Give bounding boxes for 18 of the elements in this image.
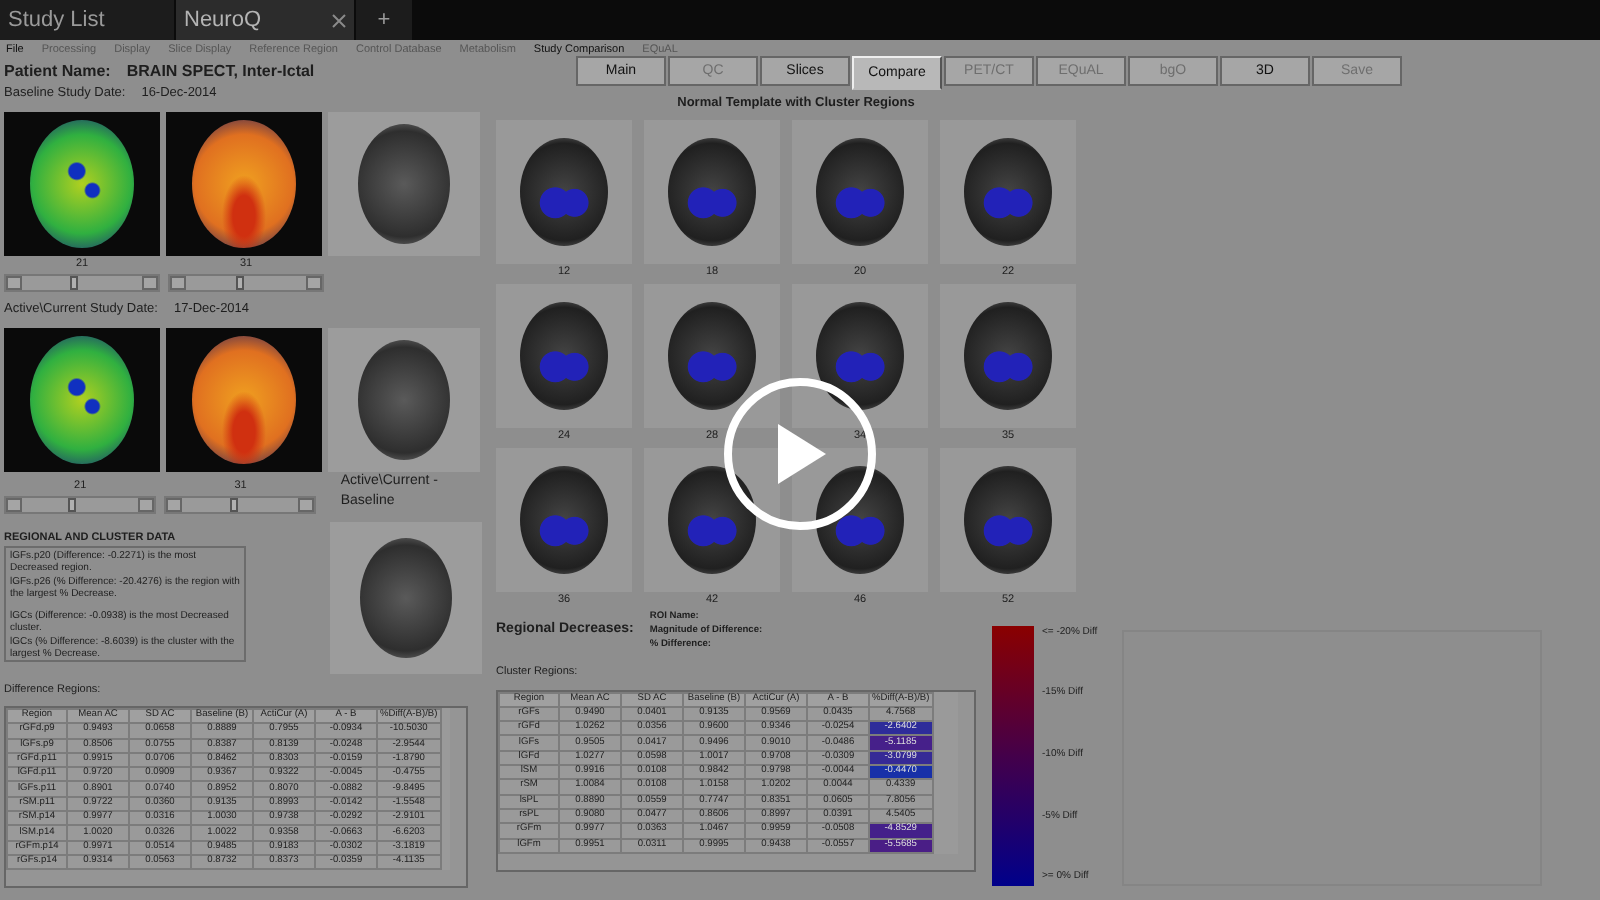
tab[interactable]: NeuroQ	[176, 0, 356, 40]
vertical-scrollbar[interactable]	[958, 691, 974, 854]
slider-thumb[interactable]	[235, 276, 244, 290]
patient-name: BRAIN SPECT, Inter-Ictal	[126, 60, 315, 84]
tab[interactable]: Study List	[0, 0, 176, 40]
play-button[interactable]	[724, 378, 876, 530]
slider-thumb[interactable]	[69, 276, 78, 290]
slider-thumb[interactable]	[230, 497, 239, 512]
close-icon[interactable]	[332, 13, 346, 27]
horizontal-scrollbar[interactable]	[6, 870, 466, 887]
new-tab-button[interactable]: +	[356, 0, 412, 40]
slider[interactable]	[4, 274, 160, 292]
slider[interactable]	[168, 274, 324, 292]
slider-thumb[interactable]	[68, 497, 77, 512]
patient-name-label: Patient Name:	[4, 60, 111, 84]
slider[interactable]	[164, 495, 317, 514]
slider[interactable]	[4, 495, 157, 514]
vertical-scrollbar[interactable]	[450, 708, 466, 871]
